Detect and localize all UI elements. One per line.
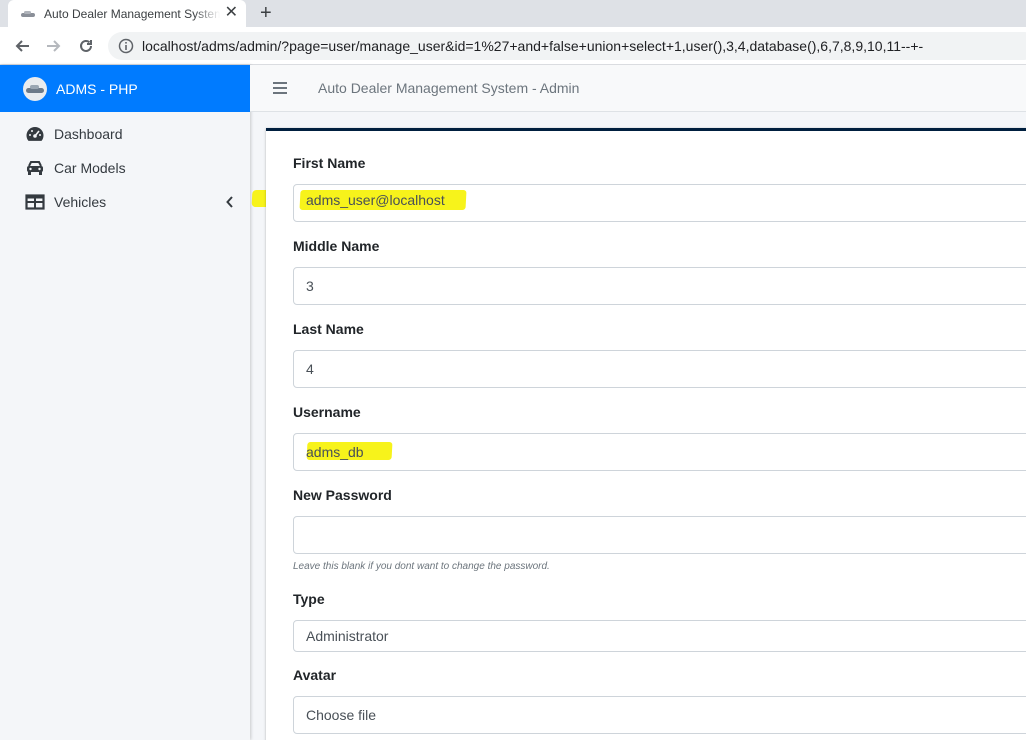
sidebar-item-car-models[interactable]: Car Models: [0, 151, 250, 185]
site-favicon-icon: [20, 9, 36, 19]
sidebar-nav: Dashboard Car Models Vehicles: [0, 112, 250, 219]
chevron-left-icon[interactable]: [226, 195, 234, 211]
url-input[interactable]: localhost/adms/admin/?page=user/manage_u…: [108, 32, 1026, 60]
middle-name-input[interactable]: 3: [293, 267, 1026, 305]
username-label: Username: [293, 404, 361, 420]
url-path: /adms/admin/?page=user/manage_user&id=1%…: [197, 38, 924, 54]
sidebar-item-vehicles[interactable]: Vehicles: [0, 185, 250, 219]
top-header: Auto Dealer Management System - Admin: [250, 65, 1026, 112]
address-bar: localhost/adms/admin/?page=user/manage_u…: [0, 27, 1026, 65]
password-help-text: Leave this blank if you dont want to cha…: [293, 561, 550, 572]
last-name-label: Last Name: [293, 321, 364, 337]
first-name-label: First Name: [293, 155, 366, 171]
tab-title: Auto Dealer Management System: [44, 6, 220, 21]
sidebar: ADMS - PHP Dashboard Car Models Vehicles: [0, 65, 250, 740]
brand-text: ADMS - PHP: [56, 80, 138, 97]
sidebar-item-label: Car Models: [54, 160, 126, 176]
middle-name-group: Middle Name 3: [293, 238, 1026, 305]
browser-tab-bar: Auto Dealer Management System ✕ +: [0, 0, 1026, 27]
avatar-value: Choose file: [306, 707, 377, 723]
middle-name-value: 3: [306, 278, 314, 294]
type-group: Type Administrator: [293, 591, 1026, 652]
new-password-label: New Password: [293, 487, 392, 503]
new-password-group: New Password Leave this blank if you don…: [293, 487, 1026, 572]
first-name-group: First Name adms_user@localhost: [293, 155, 1026, 222]
reload-icon[interactable]: [74, 34, 98, 58]
first-name-overlay-text: adms_user@localhost: [306, 192, 445, 208]
sidebar-item-dashboard[interactable]: Dashboard: [0, 117, 250, 151]
new-tab-icon[interactable]: +: [260, 2, 272, 24]
forward-arrow-icon[interactable]: [42, 34, 66, 58]
username-group: Username adms_db: [293, 404, 1026, 471]
username-value: adms_db: [306, 444, 364, 460]
type-label: Type: [293, 591, 325, 607]
last-name-group: Last Name 4: [293, 321, 1026, 388]
back-arrow-icon[interactable]: [10, 34, 34, 58]
car-icon: [24, 159, 46, 177]
new-password-input[interactable]: [293, 516, 1026, 554]
info-icon[interactable]: [118, 38, 134, 54]
type-value: Administrator: [306, 628, 389, 644]
last-name-value: 4: [306, 361, 314, 377]
last-name-input[interactable]: 4: [293, 350, 1026, 388]
avatar-label: Avatar: [293, 667, 337, 683]
middle-name-label: Middle Name: [293, 238, 380, 254]
sidebar-item-label: Vehicles: [54, 194, 107, 210]
username-input[interactable]: adms_db: [293, 433, 1026, 471]
avatar-group: Avatar Choose file: [293, 667, 1026, 734]
table-icon: [24, 193, 46, 211]
dashboard-icon: [24, 125, 46, 143]
brand-logo-icon: [23, 76, 47, 101]
avatar-file-input[interactable]: Choose file: [293, 696, 1026, 734]
hamburger-menu-icon[interactable]: [273, 82, 287, 94]
type-select[interactable]: Administrator: [293, 620, 1026, 652]
url-host: localhost: [142, 38, 198, 54]
user-form-card: First Name adms_user@localhost Middle Na…: [266, 128, 1026, 740]
brand-link[interactable]: ADMS - PHP: [0, 65, 250, 112]
url-text: localhost/adms/admin/?page=user/manage_u…: [142, 38, 923, 54]
sidebar-item-label: Dashboard: [54, 126, 123, 142]
close-tab-icon[interactable]: ✕: [225, 4, 238, 22]
browser-tab[interactable]: Auto Dealer Management System ✕: [8, 0, 246, 27]
header-title: Auto Dealer Management System - Admin: [318, 80, 580, 96]
